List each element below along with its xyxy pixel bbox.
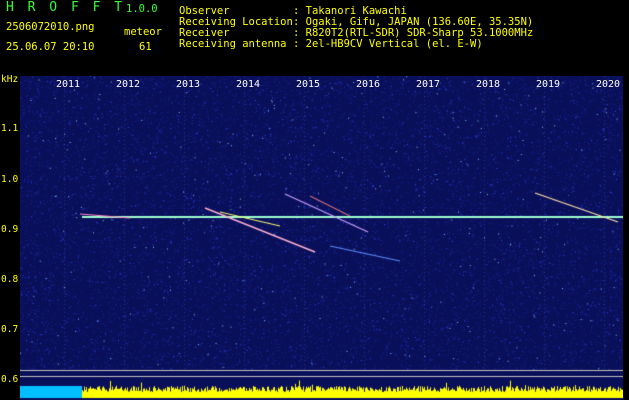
filename-label: 2506072010.png (6, 21, 95, 33)
antenna-value: : 2el-HB9CV Vertical (el. E-W) (293, 38, 483, 50)
y-tick-1-0: 1.0 (1, 174, 19, 185)
antenna-label: Receiving antenna (179, 38, 287, 50)
x-tick-2014: 2014 (236, 79, 261, 90)
y-tick-0-7: 0.7 (1, 324, 19, 335)
x-tick-2020: 2020 (596, 79, 621, 90)
spectrogram-canvas (20, 76, 623, 400)
x-tick-2013: 2013 (176, 79, 201, 90)
y-tick-0-6: 0.6 (1, 374, 19, 385)
x-tick-2018: 2018 (476, 79, 501, 90)
meteor-count: 61 (139, 41, 152, 53)
x-tick-2019: 2019 (536, 79, 561, 90)
x-tick-2017: 2017 (416, 79, 441, 90)
app-version: 1.0.0 (126, 3, 158, 15)
datetime-label: 25.06.07 20:10 (6, 41, 95, 53)
app-logo: H R O F F T (6, 0, 126, 15)
y-tick-1-1: 1.1 (1, 123, 19, 134)
x-tick-2011: 2011 (56, 79, 81, 90)
x-tick-2015: 2015 (296, 79, 321, 90)
header-panel: H R O F F T 1.0.0 2506072010.png meteor … (0, 0, 629, 74)
y-tick-0-8: 0.8 (1, 274, 19, 285)
y-tick-0-9: 0.9 (1, 224, 19, 235)
x-tick-2016: 2016 (356, 79, 381, 90)
meteor-label: meteor (124, 26, 162, 38)
y-unit-label: kHz (1, 74, 19, 85)
x-tick-2012: 2012 (116, 79, 141, 90)
